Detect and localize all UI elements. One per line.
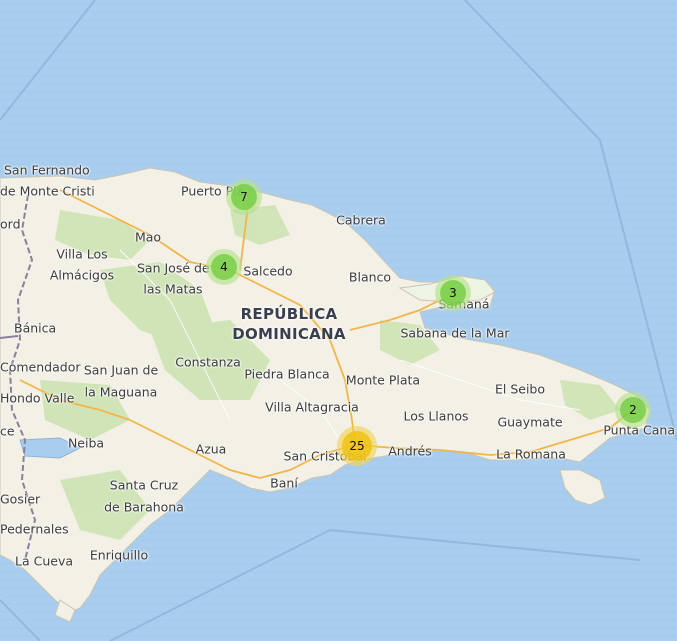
place-label: Guaymate — [497, 414, 563, 430]
cluster-count: 2 — [620, 397, 646, 423]
cluster-count: 7 — [231, 184, 257, 210]
place-label: de Monte Cristi — [0, 183, 95, 199]
place-label: Villa Los — [56, 246, 108, 262]
place-label: Cabrera — [336, 212, 386, 228]
place-label: Sabana de la Mar — [400, 325, 510, 341]
marker-cluster[interactable]: 2 — [615, 392, 651, 428]
place-label: Enriquillo — [89, 547, 149, 563]
map-viewport[interactable]: San Fernando de Monte Cristi ord Villa L… — [0, 0, 677, 641]
place-label: Baní — [270, 475, 298, 491]
place-label: Andrés — [388, 443, 432, 459]
map-base-layer — [0, 0, 677, 641]
place-label: Mao — [134, 229, 162, 245]
place-label: San Juan de — [83, 362, 159, 378]
cluster-count: 4 — [211, 254, 237, 280]
place-label: Comendador — [0, 359, 81, 375]
place-label: Hondo Valle — [0, 390, 75, 406]
cluster-count: 25 — [342, 431, 372, 461]
place-label: Almácigos — [49, 267, 115, 283]
place-label: El Seibo — [494, 381, 546, 397]
place-label: Gosier — [0, 491, 41, 507]
place-label: la Maguana — [84, 384, 158, 400]
place-label: las Matas — [143, 281, 203, 297]
place-label: de Barahona — [104, 499, 184, 515]
marker-cluster[interactable]: 3 — [435, 275, 471, 311]
marker-cluster[interactable]: 4 — [206, 249, 242, 285]
marker-cluster[interactable]: 7 — [226, 179, 262, 215]
place-label: Constanza — [175, 354, 241, 370]
country-label: DOMINICANA — [232, 325, 346, 343]
place-label: Villa Altagracia — [265, 399, 359, 415]
place-label: Piedra Blanca — [244, 366, 330, 382]
place-label: Pedernales — [0, 521, 69, 537]
country-label: REPÚBLICA — [240, 305, 338, 323]
place-label: La Cueva — [15, 553, 73, 569]
place-label: ce — [0, 423, 15, 439]
place-label: Los Llanos — [403, 408, 469, 424]
place-label: ord — [0, 216, 21, 232]
place-label: Santa Cruz — [109, 477, 179, 493]
place-label: Azua — [195, 441, 227, 457]
place-label: Blanco — [348, 269, 392, 285]
place-label: La Romana — [496, 446, 566, 462]
place-label: San José de — [137, 260, 210, 276]
cluster-count: 3 — [440, 280, 466, 306]
place-label: Salcedo — [243, 263, 293, 279]
marker-cluster[interactable]: 25 — [337, 426, 377, 466]
place-label: Monte Plata — [345, 372, 421, 388]
place-label: Neiba — [67, 435, 105, 451]
place-label: San Fernando — [4, 162, 90, 178]
place-label: Bánica — [14, 320, 57, 336]
